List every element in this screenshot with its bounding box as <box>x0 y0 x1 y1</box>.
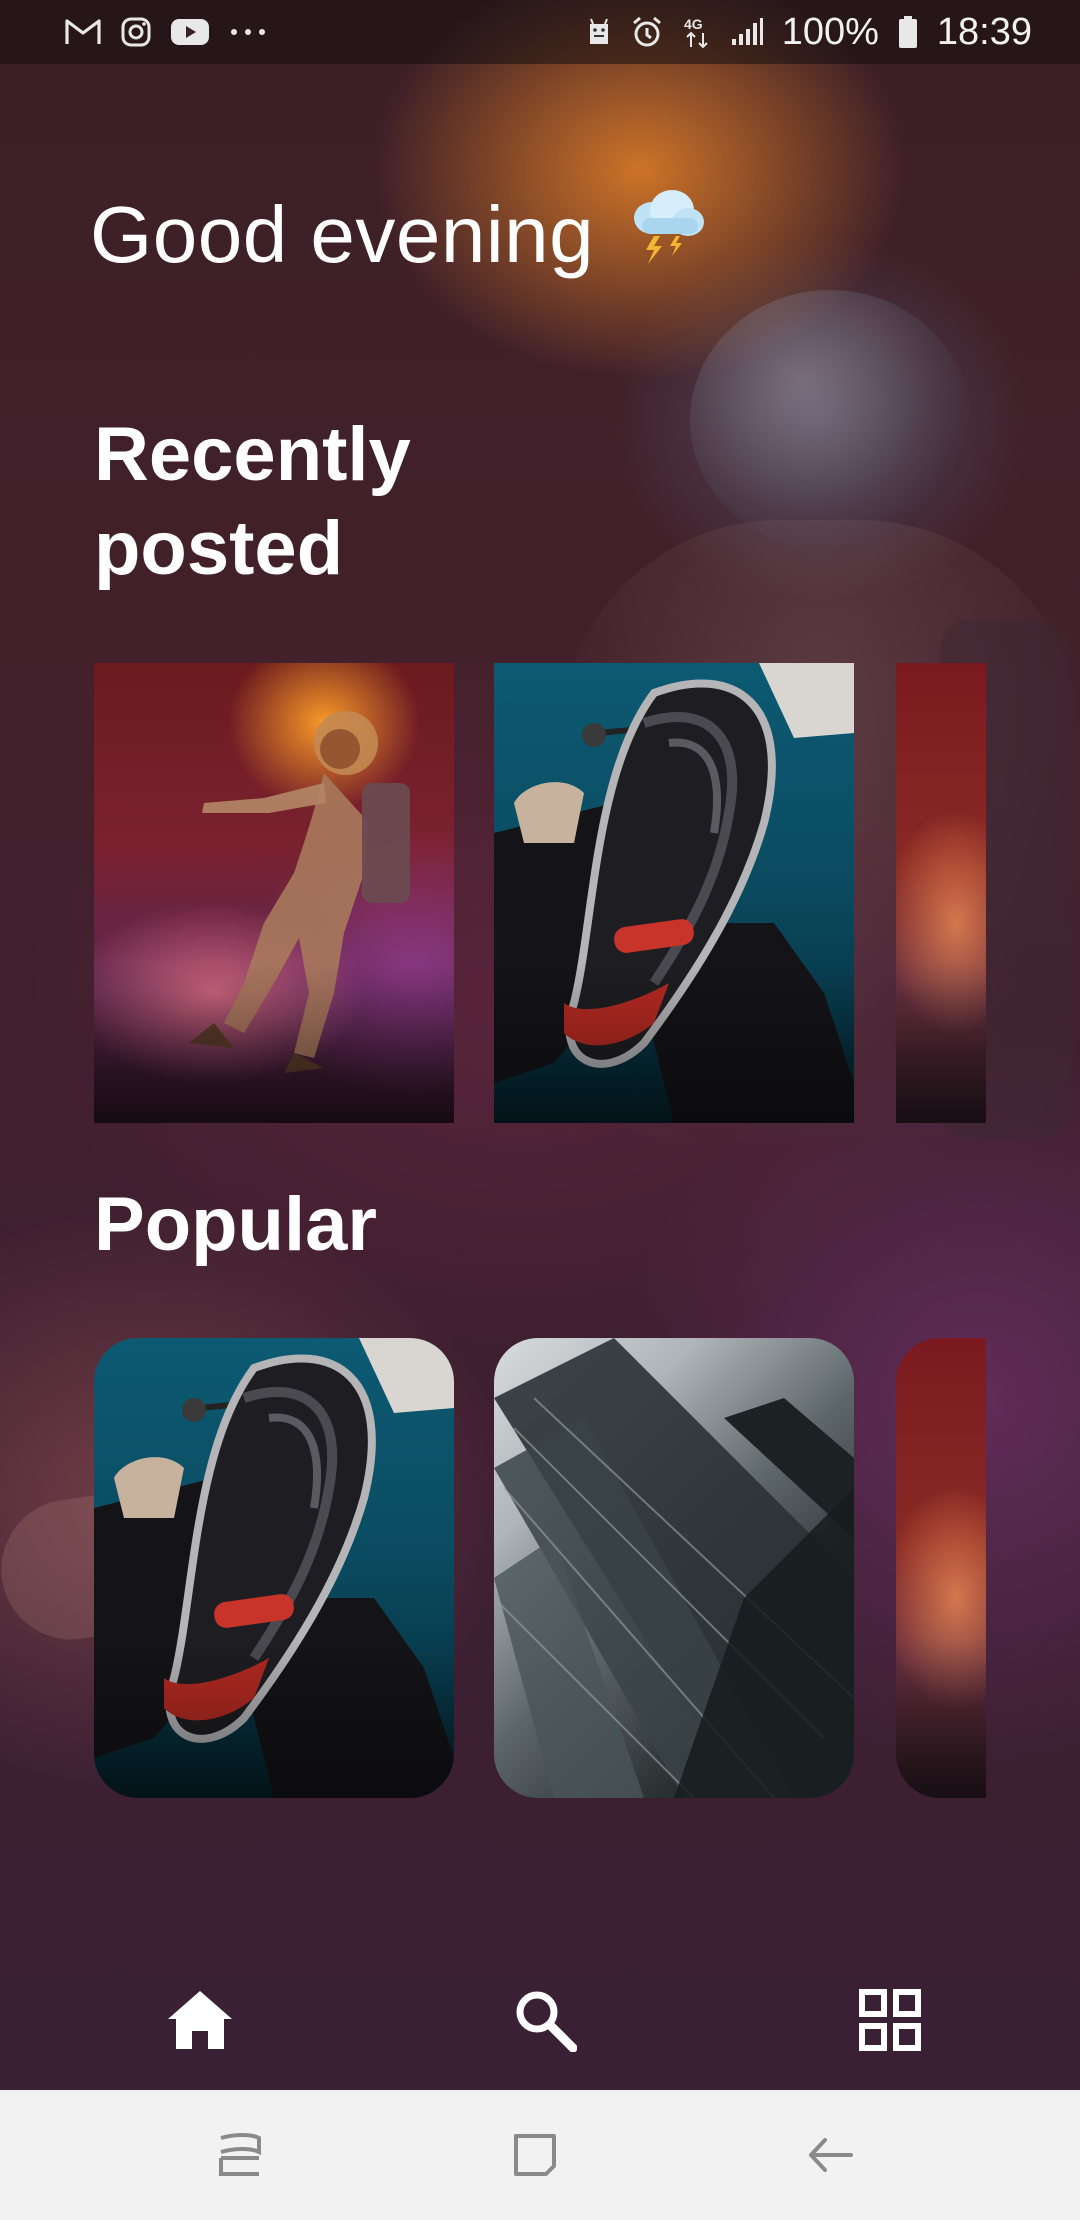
signal-icon <box>730 17 764 47</box>
bottom-navigation <box>0 1950 1080 2090</box>
4g-data-icon: 4G <box>682 15 712 49</box>
more-notifications-icon <box>228 27 268 37</box>
status-left-icons <box>64 16 268 48</box>
back-icon <box>809 2138 853 2172</box>
battery-percentage: 100% <box>781 10 879 53</box>
gmail-icon <box>64 17 102 47</box>
background-helmet <box>690 290 970 550</box>
status-right-icons: 4G 100% 18:39 <box>586 11 1032 54</box>
home-square-button[interactable] <box>505 2125 565 2185</box>
nav-grid-button[interactable] <box>850 1980 930 2060</box>
popular-card-sneaker[interactable] <box>94 1338 454 1798</box>
search-icon <box>516 1991 577 2052</box>
card-shade <box>94 963 454 1123</box>
recently-posted-title: Recently posted <box>94 412 411 591</box>
home-icon <box>168 1991 232 2049</box>
popular-card-partial[interactable] <box>896 1338 986 1798</box>
instagram-icon <box>120 16 152 48</box>
youtube-icon <box>170 17 210 47</box>
recently-posted-carousel[interactable] <box>94 663 986 1123</box>
popular-title: Popular <box>94 1182 377 1267</box>
battery-icon <box>897 15 919 49</box>
greeting-header: Good evening <box>90 180 712 289</box>
card-shade <box>494 963 854 1123</box>
popular-carousel[interactable] <box>94 1338 986 1798</box>
nav-search-button[interactable] <box>505 1980 585 2060</box>
home-square-icon <box>514 2134 556 2176</box>
alarm-icon <box>630 15 664 49</box>
clock: 18:39 <box>936 10 1032 53</box>
svg-text:4G: 4G <box>684 16 703 32</box>
thunderstorm-cloud-icon <box>622 180 712 289</box>
status-bar: 4G 100% 18:39 <box>0 0 1080 64</box>
popular-card-building[interactable] <box>494 1338 854 1798</box>
card-shade <box>896 963 986 1123</box>
system-navigation-bar <box>0 2090 1080 2220</box>
card-shade <box>94 1638 454 1798</box>
android-icon <box>586 16 612 48</box>
recent-apps-icon <box>219 2133 261 2176</box>
recent-card-partial[interactable] <box>896 663 986 1123</box>
nav-home-button[interactable] <box>160 1980 240 2060</box>
card-shade <box>896 1638 986 1798</box>
grid-icon <box>859 1989 921 2051</box>
building-figure <box>494 1338 854 1798</box>
recent-card-astronaut[interactable] <box>94 663 454 1123</box>
back-button[interactable] <box>800 2125 860 2185</box>
greeting-text: Good evening <box>90 189 595 279</box>
recent-apps-button[interactable] <box>210 2125 270 2185</box>
recent-card-sneaker[interactable] <box>494 663 854 1123</box>
